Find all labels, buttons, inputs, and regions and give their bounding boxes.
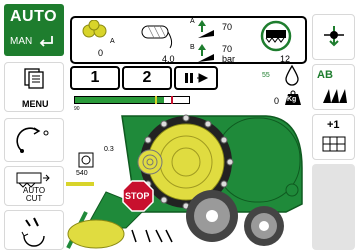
right-empty-panel	[312, 164, 355, 250]
fill-marker-red	[170, 96, 173, 104]
net-roll-icon	[141, 25, 173, 49]
cutting-rotor-button[interactable]	[312, 14, 355, 60]
weight-value: 0	[274, 96, 280, 106]
weight-unit: Kg	[287, 96, 297, 103]
menu-button[interactable]: MENU	[4, 62, 64, 112]
pickup-rotate-icon	[21, 217, 45, 247]
rotor-value: 0.3	[104, 146, 114, 153]
pto-icon	[78, 152, 94, 168]
knife-selection-icon	[260, 20, 292, 52]
menu-pages-icon	[24, 68, 44, 89]
man-label: MAN	[10, 36, 33, 47]
ab-knife-button[interactable]: AB	[312, 64, 355, 110]
bale-fill-bar	[74, 96, 190, 104]
pressure-a-value: 70	[222, 22, 233, 32]
program-1-button[interactable]: 1	[70, 66, 120, 90]
knife-count: 12	[280, 54, 291, 64]
pause-play-icon	[185, 73, 209, 83]
baler-machine-graphic	[66, 114, 303, 249]
status-panel: A 0 4.0 A 70 B 70 bar 12	[70, 16, 307, 64]
pressure-b-label: B	[190, 44, 195, 51]
tailgate-button[interactable]	[4, 118, 64, 162]
pressure-a-label: A	[190, 18, 195, 25]
program-1-label: 1	[90, 69, 100, 86]
pause-play-button[interactable]	[174, 66, 218, 90]
add-bale-counter-button[interactable]: +1	[312, 114, 355, 160]
bale-counter-icon	[82, 20, 107, 38]
bale-fill-level	[75, 97, 164, 103]
net-value: 4.0	[162, 54, 175, 64]
bale-counter-suffix: A	[110, 38, 115, 45]
plus-one-label: +1	[327, 119, 340, 131]
tailgate-rotate-icon	[16, 127, 49, 153]
moisture-drop-icon	[285, 64, 299, 86]
weight-icon: Kg	[284, 90, 302, 106]
pickup-button[interactable]	[4, 210, 64, 250]
auto-label: AUTO	[10, 8, 58, 25]
program-2-label: 2	[142, 69, 152, 86]
stop-sign-button[interactable]: STOP	[122, 180, 154, 212]
program-2-button[interactable]: 2	[122, 66, 172, 90]
rotor-arrows-icon	[323, 26, 344, 47]
menu-label: MENU	[22, 99, 49, 109]
stop-label: STOP	[125, 191, 150, 201]
pressure-unit: bar	[222, 54, 236, 64]
enter-arrow-icon	[39, 36, 53, 47]
ab-knives-icon	[323, 89, 347, 103]
bale-count: 0	[98, 48, 104, 58]
auto-cut-label: AUTO CUT	[23, 186, 46, 203]
auto-cut-button[interactable]: AUTO CUT	[4, 166, 64, 206]
counter-grid-icon	[322, 136, 346, 152]
pressure-arrows-icon	[198, 20, 214, 62]
ab-label: AB	[317, 69, 333, 81]
fill-marker-yellow	[154, 96, 157, 104]
moisture-value: 55	[262, 72, 270, 79]
auto-man-toggle-button[interactable]: AUTO MAN	[4, 4, 64, 56]
pto-speed: 540	[76, 170, 88, 177]
pressure-b-value: 70	[222, 44, 233, 54]
